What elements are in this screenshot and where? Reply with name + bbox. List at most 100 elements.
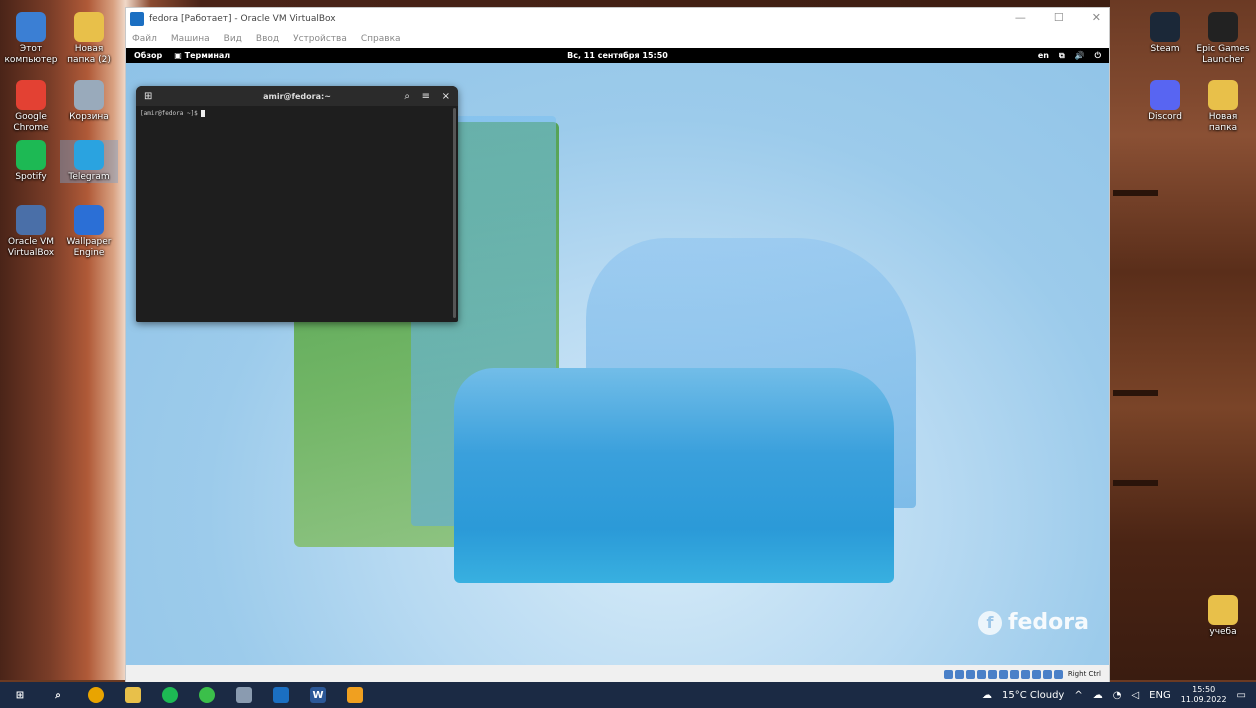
window-controls: — ☐ ✕	[1015, 11, 1101, 24]
keyboard-capture-icon[interactable]	[1053, 669, 1063, 679]
power-icon[interactable]: ⏻	[1095, 51, 1101, 61]
desktop-shortcut[interactable]: Этот компьютер	[2, 12, 60, 66]
desktop-shortcut-label: Telegram	[68, 172, 110, 182]
minimize-button[interactable]: —	[1015, 11, 1026, 24]
wallpaper-shelf	[1113, 190, 1158, 196]
desktop-shortcut-label: Google Chrome	[13, 112, 49, 133]
notifications-icon[interactable]: ▭	[1237, 690, 1246, 701]
close-button[interactable]: ✕	[1092, 11, 1101, 24]
clock-date: 11.09.2022	[1180, 695, 1227, 704]
terminal-scrollbar[interactable]	[453, 108, 456, 318]
weather-widget[interactable]: 15°C Cloudy	[1002, 690, 1064, 701]
gnome-clock[interactable]: Вс, 11 сентября 15:50	[567, 51, 668, 60]
spotify-icon	[16, 140, 46, 170]
network-icon[interactable]: ⧉	[1059, 51, 1065, 61]
spotify-taskbar-icon[interactable]	[162, 687, 178, 703]
usb-icon[interactable]	[987, 669, 997, 679]
close-icon[interactable]: ×	[442, 91, 450, 102]
cpu-icon[interactable]	[1031, 669, 1041, 679]
search-icon[interactable]: ⌕	[50, 687, 66, 703]
recycle-bin-icon	[74, 80, 104, 110]
system-tray: ☁ 15°C Cloudy ^ ☁ ◔ ◁ ENG 15:50 11.09.20…	[982, 682, 1256, 708]
menu-item[interactable]: Файл	[132, 34, 157, 44]
audio-icon[interactable]	[965, 669, 975, 679]
window-title: fedora [Работает] - Oracle VM VirtualBox	[149, 14, 336, 24]
keyboard-layout[interactable]: en	[1038, 51, 1049, 61]
shared-folders-icon[interactable]	[998, 669, 1008, 679]
desktop-shortcut[interactable]: Новая папка	[1194, 80, 1252, 134]
utorrent-icon[interactable]	[199, 687, 215, 703]
new-tab-icon[interactable]: ⊞	[144, 91, 152, 102]
terminal-output[interactable]: [amir@fedora ~]$	[136, 106, 458, 121]
desktop-shortcut-label: Этот компьютер	[4, 44, 58, 65]
desktop-shortcut-label: Spotify	[15, 172, 47, 182]
menu-item[interactable]: Ввод	[256, 34, 279, 44]
desktop-shortcut[interactable]: Google Chrome	[2, 80, 60, 134]
input-language[interactable]: ENG	[1149, 690, 1171, 701]
network-adapter-icon[interactable]	[976, 669, 986, 679]
display-icon[interactable]	[1009, 669, 1019, 679]
app-menu-label: Терминал	[184, 51, 231, 60]
virtualbox-window[interactable]: fedora [Работает] - Oracle VM VirtualBox…	[125, 7, 1110, 683]
desktop-shortcut-label: учеба	[1209, 627, 1237, 637]
desktop-shortcut[interactable]: Spotify	[2, 140, 60, 183]
menu-item[interactable]: Машина	[171, 34, 210, 44]
virtualbox-titlebar[interactable]: fedora [Работает] - Oracle VM VirtualBox	[126, 8, 1109, 30]
desktop-shortcut-label: Wallpaper Engine	[66, 237, 112, 258]
desktop-shortcut[interactable]: Epic Games Launcher	[1194, 12, 1252, 66]
recording-icon[interactable]	[1020, 669, 1030, 679]
chevron-up-icon[interactable]: ^	[1074, 690, 1082, 701]
app-taskbar-icon[interactable]	[347, 687, 363, 703]
desktop-shortcut[interactable]: учеба	[1194, 595, 1252, 638]
file-explorer-icon[interactable]	[125, 687, 141, 703]
menu-item[interactable]: Справка	[361, 34, 401, 44]
shell-prompt: [amir@fedora ~]$	[140, 110, 202, 117]
mouse-integration-icon[interactable]	[1042, 669, 1052, 679]
desktop-shortcut[interactable]: Корзина	[60, 80, 118, 123]
terminal-headerbar[interactable]: ⊞ amir@fedora:~ ⌕ ≡ ×	[136, 86, 458, 106]
optical-drive-icon[interactable]	[954, 669, 964, 679]
taskbar-clock[interactable]: 15:50 11.09.2022	[1181, 685, 1227, 705]
virtualbox-statusbar: Right Ctrl	[126, 665, 1109, 683]
word-icon[interactable]: W	[310, 687, 326, 703]
virtualbox-menubar: Файл Машина Вид Ввод Устройства Справка	[126, 30, 1109, 48]
maximize-button[interactable]: ☐	[1054, 11, 1064, 24]
terminal-window[interactable]: ⊞ amir@fedora:~ ⌕ ≡ × [amir@fedora ~]$	[136, 86, 458, 322]
volume-icon[interactable]: ◁	[1131, 690, 1139, 701]
desktop-shortcut[interactable]: Wallpaper Engine	[60, 205, 118, 259]
terminal-title: amir@fedora:~	[263, 91, 331, 101]
gnome-top-bar: Обзор ▣ Терминал Вс, 11 сентября 15:50 e…	[126, 48, 1109, 63]
app-menu[interactable]: ▣ Терминал	[174, 51, 230, 60]
virtualbox-vm-taskbar-icon[interactable]	[273, 687, 289, 703]
virtualbox-icon	[16, 205, 46, 235]
volume-icon[interactable]: 🔊	[1075, 51, 1085, 61]
desktop-shortcut[interactable]: Oracle VM VirtualBox	[2, 205, 60, 259]
menu-item[interactable]: Вид	[224, 34, 242, 44]
menu-item[interactable]: Устройства	[293, 34, 347, 44]
desktop-shortcut-label: Новая папка	[1208, 112, 1238, 133]
desktop-shortcut[interactable]: Steam	[1136, 12, 1194, 55]
start-button[interactable]: ⊞	[12, 687, 28, 703]
network-icon[interactable]: ◔	[1113, 690, 1122, 701]
chrome-taskbar-icon[interactable]	[88, 687, 104, 703]
telegram-icon	[74, 140, 104, 170]
desktop-shortcut[interactable]: Discord	[1136, 80, 1194, 123]
desktop-shortcut[interactable]: Telegram	[60, 140, 118, 183]
search-icon[interactable]: ⌕	[404, 91, 410, 102]
activities-button[interactable]: Обзор	[134, 51, 162, 60]
guest-display[interactable]: Обзор ▣ Терминал Вс, 11 сентября 15:50 e…	[126, 48, 1109, 665]
discord-icon	[1150, 80, 1180, 110]
onedrive-icon[interactable]: ☁	[1093, 690, 1103, 701]
clock-time: 15:50	[1192, 685, 1216, 694]
virtualbox-taskbar-icon[interactable]	[236, 687, 252, 703]
chrome-icon	[16, 80, 46, 110]
fedora-wordmark: fedora	[1007, 610, 1089, 635]
wallpaper-shelf	[1113, 390, 1158, 396]
terminal-app-icon: ▣	[174, 51, 185, 60]
computer-icon	[16, 12, 46, 42]
wallpaper-blue-front-shape	[454, 368, 894, 583]
fedora-infinity-icon: f	[977, 610, 1002, 635]
hamburger-menu-icon[interactable]: ≡	[422, 91, 430, 102]
hard-disk-icon[interactable]	[943, 669, 953, 679]
desktop-shortcut[interactable]: Новая папка (2)	[60, 12, 118, 66]
